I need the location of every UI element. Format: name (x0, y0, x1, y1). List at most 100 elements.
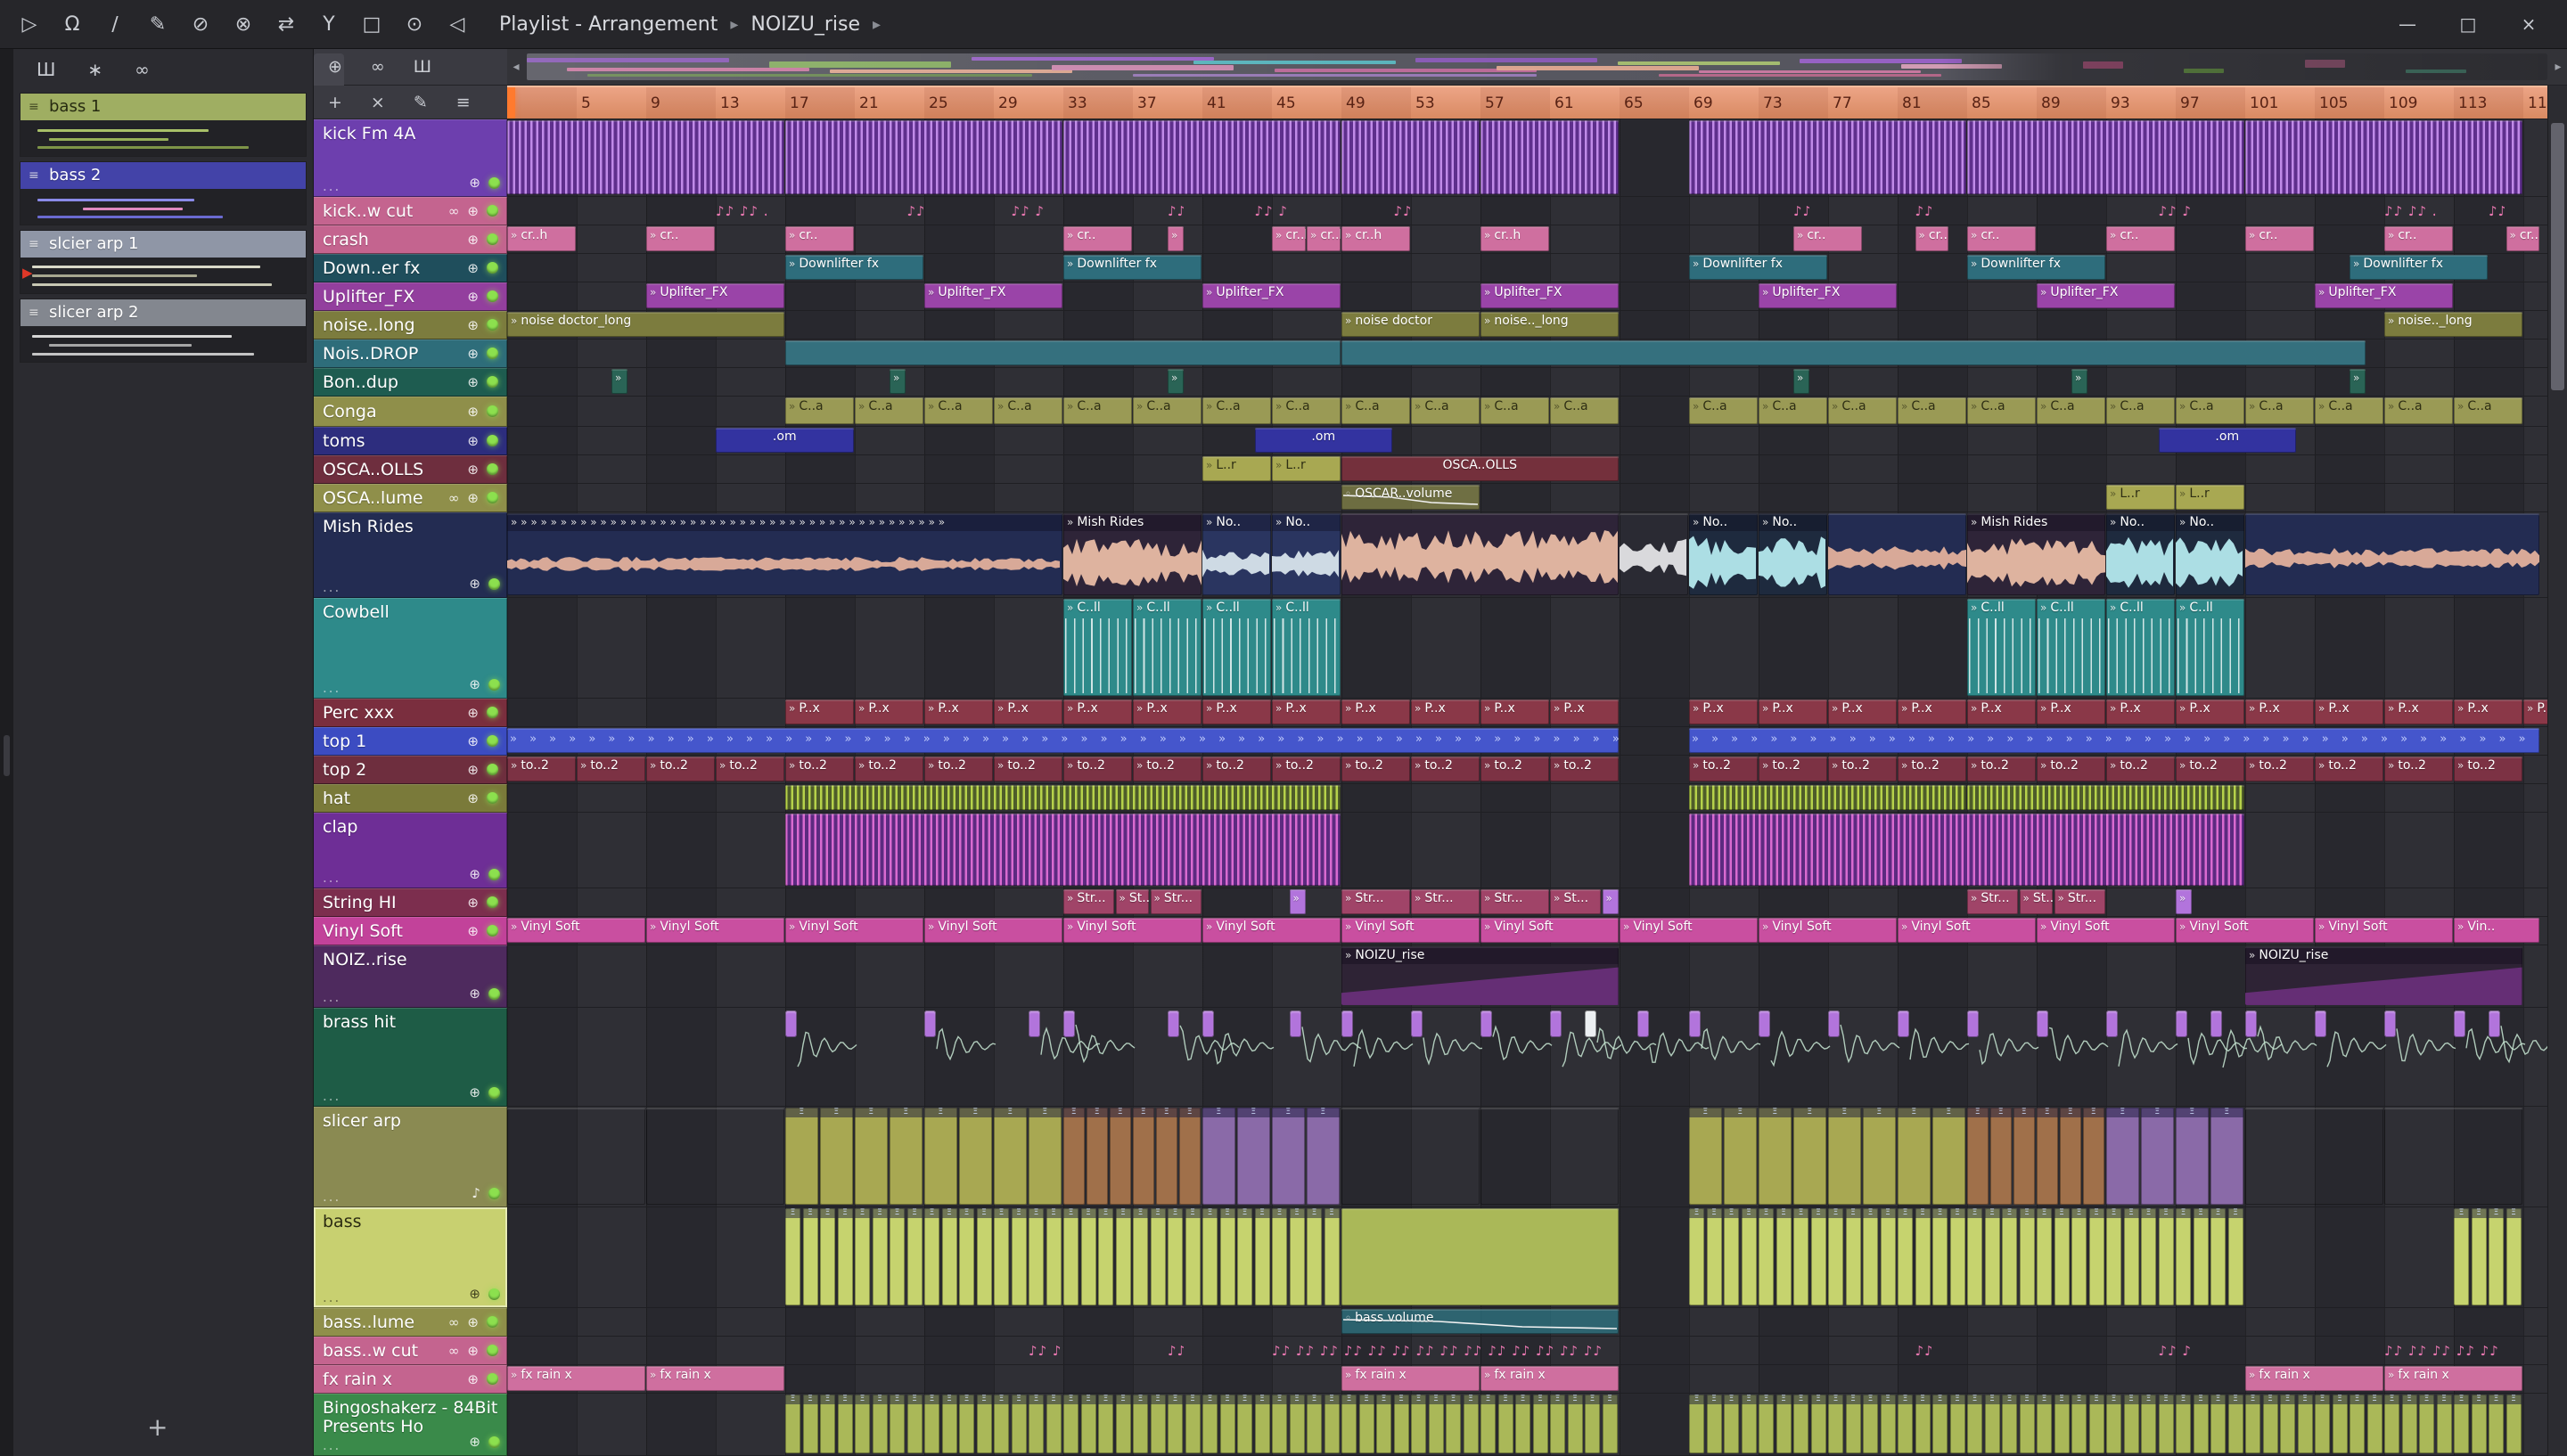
slice-segment[interactable]: Ξ (1898, 1108, 1931, 1205)
slice-segment[interactable]: Ξ (1272, 1108, 1305, 1205)
move-tool-icon[interactable]: ⊕ (328, 57, 342, 77)
pan-icon[interactable]: ⊕ (467, 374, 479, 390)
clip[interactable]: » Vinyl Soft (2037, 918, 2175, 943)
clip[interactable]: ♪♪ ♪♪ (1255, 201, 1289, 221)
clip[interactable] (1341, 120, 1480, 194)
clip[interactable] (1689, 785, 1966, 810)
clip[interactable]: ΞΞΞΞΞΞ (1063, 1108, 1201, 1205)
slice-segment[interactable]: Ξ (2245, 1395, 2260, 1453)
clip[interactable]: ◦ OSCAR..volume (1341, 485, 1480, 510)
clip[interactable] (1480, 1009, 1553, 1104)
clip[interactable]: » C..a (1967, 397, 2036, 424)
track-mute-led[interactable] (487, 707, 498, 718)
slice-segment[interactable]: Ξ (1845, 1395, 1861, 1453)
clip[interactable]: ♪♪ ♪♪ (2159, 1341, 2193, 1361)
track-header[interactable]: top 1 ⊕ (314, 727, 507, 756)
clip[interactable] (785, 1009, 857, 1104)
track-lane[interactable]: » noise doctor_long » noise doctor » noise.._… (507, 311, 2547, 339)
clip[interactable] (2245, 1009, 2317, 1104)
clip[interactable]: » Vinyl Soft (1202, 918, 1341, 943)
clip[interactable]: » C..a (2037, 397, 2105, 424)
slice-segment[interactable]: Ξ (2037, 1208, 2052, 1305)
slice-segment[interactable]: Ξ (2193, 1208, 2209, 1305)
clip[interactable]: » C..a (1898, 397, 1966, 424)
clip[interactable]: »cr..h (1307, 226, 1341, 251)
clip[interactable]: » P..x (1341, 699, 1410, 724)
clip[interactable] (2384, 1108, 2522, 1205)
clip[interactable] (1063, 1009, 1136, 1104)
clip[interactable]: » P..x (2384, 699, 2453, 724)
slice-segment[interactable]: Ξ (1237, 1395, 1252, 1453)
clip[interactable]: » Vinyl Soft (1759, 918, 1897, 943)
clip[interactable] (1689, 1009, 1761, 1104)
clip[interactable]: » Uplifter_FX (1759, 283, 1897, 308)
clip[interactable]: »cr..h (507, 226, 576, 251)
clip[interactable]: ♪♪ (2489, 201, 2505, 221)
track-header[interactable]: String HI ⊕ (314, 888, 507, 917)
slice-segment[interactable]: Ξ (2158, 1208, 2174, 1305)
slice-segment[interactable]: Ξ (1741, 1208, 1757, 1305)
clip[interactable]: » (2176, 889, 2192, 914)
slice-segment[interactable]: Ξ (1156, 1108, 1177, 1205)
slice-segment[interactable]: Ξ (994, 1108, 1027, 1205)
track-header[interactable]: bass..w cut ∞ ⊕ (314, 1337, 507, 1365)
clip[interactable] (1341, 340, 2366, 365)
slice-segment[interactable]: Ξ (855, 1208, 870, 1305)
clip[interactable]: » (1793, 369, 1809, 394)
clip[interactable]: »cr..h (1272, 226, 1306, 251)
slice-segment[interactable]: Ξ (2227, 1208, 2243, 1305)
clip[interactable]: » to..2 (1759, 757, 1827, 781)
clip[interactable]: » C..ll (2176, 599, 2244, 696)
clip[interactable]: » P..x (1828, 699, 1897, 724)
clip[interactable] (2106, 1009, 2178, 1104)
slice-segment[interactable]: Ξ (994, 1208, 1009, 1305)
pan-icon[interactable]: ⊕ (469, 986, 480, 1002)
pattern-item[interactable]: ≡ bass 1 (21, 94, 306, 156)
clip[interactable]: » fx rain x (1480, 1366, 1619, 1391)
clip[interactable]: » to..2 (2315, 757, 2383, 781)
slice-segment[interactable]: Ξ (820, 1208, 835, 1305)
clip[interactable]: »P.. (2523, 699, 2547, 724)
clip[interactable]: ♪♪ (907, 201, 923, 221)
slice-segment[interactable]: Ξ (1689, 1208, 1704, 1305)
clip[interactable] (785, 785, 1341, 810)
slice-segment[interactable]: Ξ (1567, 1395, 1583, 1453)
slice-segment[interactable]: Ξ (1810, 1208, 1826, 1305)
marquee-icon[interactable]: □ (358, 13, 385, 36)
clip[interactable] (2245, 1108, 2383, 1205)
slice-segment[interactable]: Ξ (1497, 1395, 1513, 1453)
clip[interactable]: » C..a (994, 397, 1062, 424)
clip[interactable]: .om (716, 428, 854, 453)
track-mute-led[interactable] (487, 348, 498, 359)
slice-segment[interactable]: Ξ (1133, 1395, 1148, 1453)
clip[interactable]: » C..a (2245, 397, 2314, 424)
clip[interactable]: » Downlifter fx (1689, 255, 1827, 280)
pan-icon[interactable]: ⊕ (467, 462, 479, 478)
clip[interactable] (1341, 1108, 1480, 1205)
clip[interactable] (1480, 1108, 1619, 1205)
clip[interactable]: » No.. (1759, 513, 1827, 595)
clip[interactable]: » P..x (1759, 699, 1827, 724)
slice-segment[interactable]: Ξ (1967, 1208, 1982, 1305)
clip[interactable]: » P..x (1689, 699, 1758, 724)
clip[interactable]: ◦ bass volume (1341, 1309, 1619, 1334)
clip[interactable]: » » » » » » » » » » » » » » » » » » » » … (507, 513, 1062, 595)
slice-segment[interactable]: Ξ (1706, 1208, 1722, 1305)
track-header[interactable]: Perc xxx ⊕ (314, 699, 507, 727)
clip[interactable]: » to..2 (1898, 757, 1966, 781)
slice-segment[interactable]: Ξ (802, 1208, 818, 1305)
pan-icon[interactable]: ⊕ (467, 895, 479, 911)
track-header[interactable]: bass... ⊕ (314, 1207, 507, 1308)
slice-segment[interactable]: Ξ (1480, 1395, 1496, 1453)
slice-segment[interactable]: Ξ (785, 1108, 818, 1205)
clip[interactable]: » C..ll (1272, 599, 1341, 696)
slice-segment[interactable]: Ξ (1098, 1395, 1113, 1453)
pan-icon[interactable]: ⊕ (467, 1343, 479, 1359)
clip[interactable]: » C..a (1411, 397, 1480, 424)
clip[interactable]: » C..a (1341, 397, 1410, 424)
track-lane[interactable]: » to..2 » to..2 » to..2 » to..2 » to..2 » to..2 » to.… (507, 756, 2547, 784)
clip[interactable]: » to..2 (2454, 757, 2522, 781)
picker-toggle-icon[interactable]: Ш (414, 57, 431, 77)
slice-segment[interactable]: Ξ (802, 1395, 818, 1453)
pan-icon[interactable]: ⊕ (469, 1434, 480, 1450)
